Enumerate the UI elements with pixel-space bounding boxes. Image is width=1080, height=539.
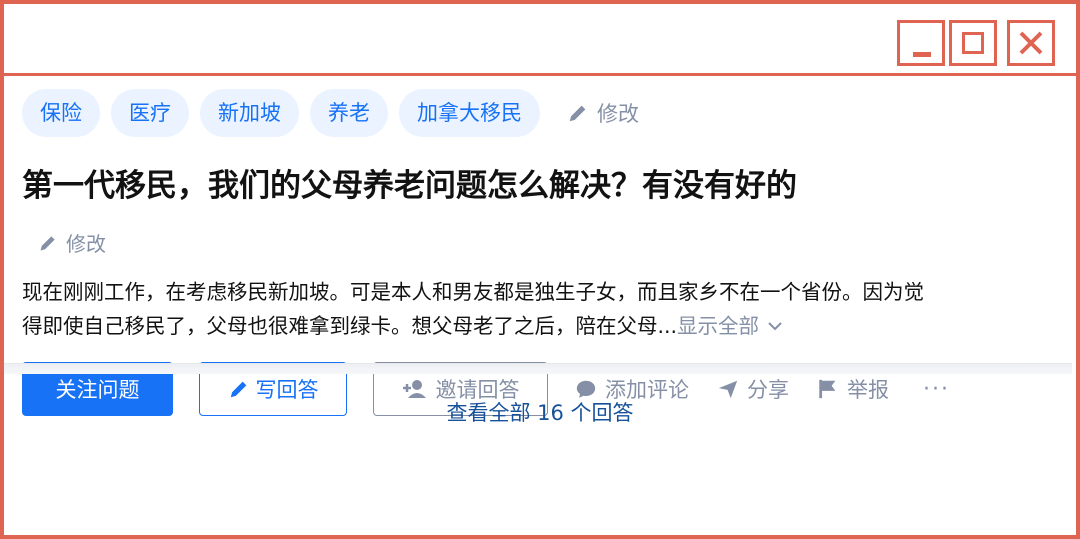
edit-question-button[interactable]: 修改: [38, 228, 106, 257]
edit-label: 修改: [597, 102, 639, 126]
maximize-button[interactable]: [949, 20, 997, 66]
topic-tag[interactable]: 保险: [22, 89, 100, 137]
pencil-icon: [569, 105, 586, 122]
close-button[interactable]: [1007, 20, 1055, 66]
description-line: 得即使自己移民了，父母也很难拿到绿卡。想父母老了之后，陪在父母...显示全部: [22, 309, 1062, 343]
show-all-button[interactable]: 显示全部: [677, 314, 784, 338]
view-all-answers-link[interactable]: 查看全部 16 个回答: [0, 385, 1080, 441]
chevron-down-icon: [767, 322, 782, 331]
minimize-button[interactable]: [897, 20, 945, 66]
show-all-label: 显示全部: [677, 314, 760, 338]
close-icon: [1019, 31, 1043, 55]
topic-tag[interactable]: 新加坡: [200, 89, 299, 137]
topic-tag[interactable]: 医疗: [111, 89, 189, 137]
description-text: 得即使自己移民了，父母也很难拿到绿卡。想父母老了之后，陪在父母...: [22, 314, 678, 338]
question-title[interactable]: 第一代移民，我们的父母养老问题怎么解决？有没有好的: [22, 166, 872, 206]
description-line: 现在刚刚工作，在考虑移民新加坡。可是本人和男友都是独生子女，而且家乡不在一个省份…: [22, 280, 924, 304]
question-description: 现在刚刚工作，在考虑移民新加坡。可是本人和男友都是独生子女，而且家乡不在一个省份…: [22, 275, 1062, 343]
edit-label: 修改: [66, 232, 106, 256]
topic-tags: 保险 医疗 新加坡 养老 加拿大移民 修改: [22, 89, 639, 137]
title-fade: [862, 168, 1062, 208]
window-frame: [0, 0, 1080, 539]
edit-tags-button[interactable]: 修改: [567, 98, 639, 128]
title-bar: [4, 4, 1076, 76]
pencil-icon: [40, 235, 55, 250]
card-divider: [4, 363, 1072, 374]
topic-tag[interactable]: 养老: [310, 89, 388, 137]
topic-tag[interactable]: 加拿大移民: [399, 89, 540, 137]
